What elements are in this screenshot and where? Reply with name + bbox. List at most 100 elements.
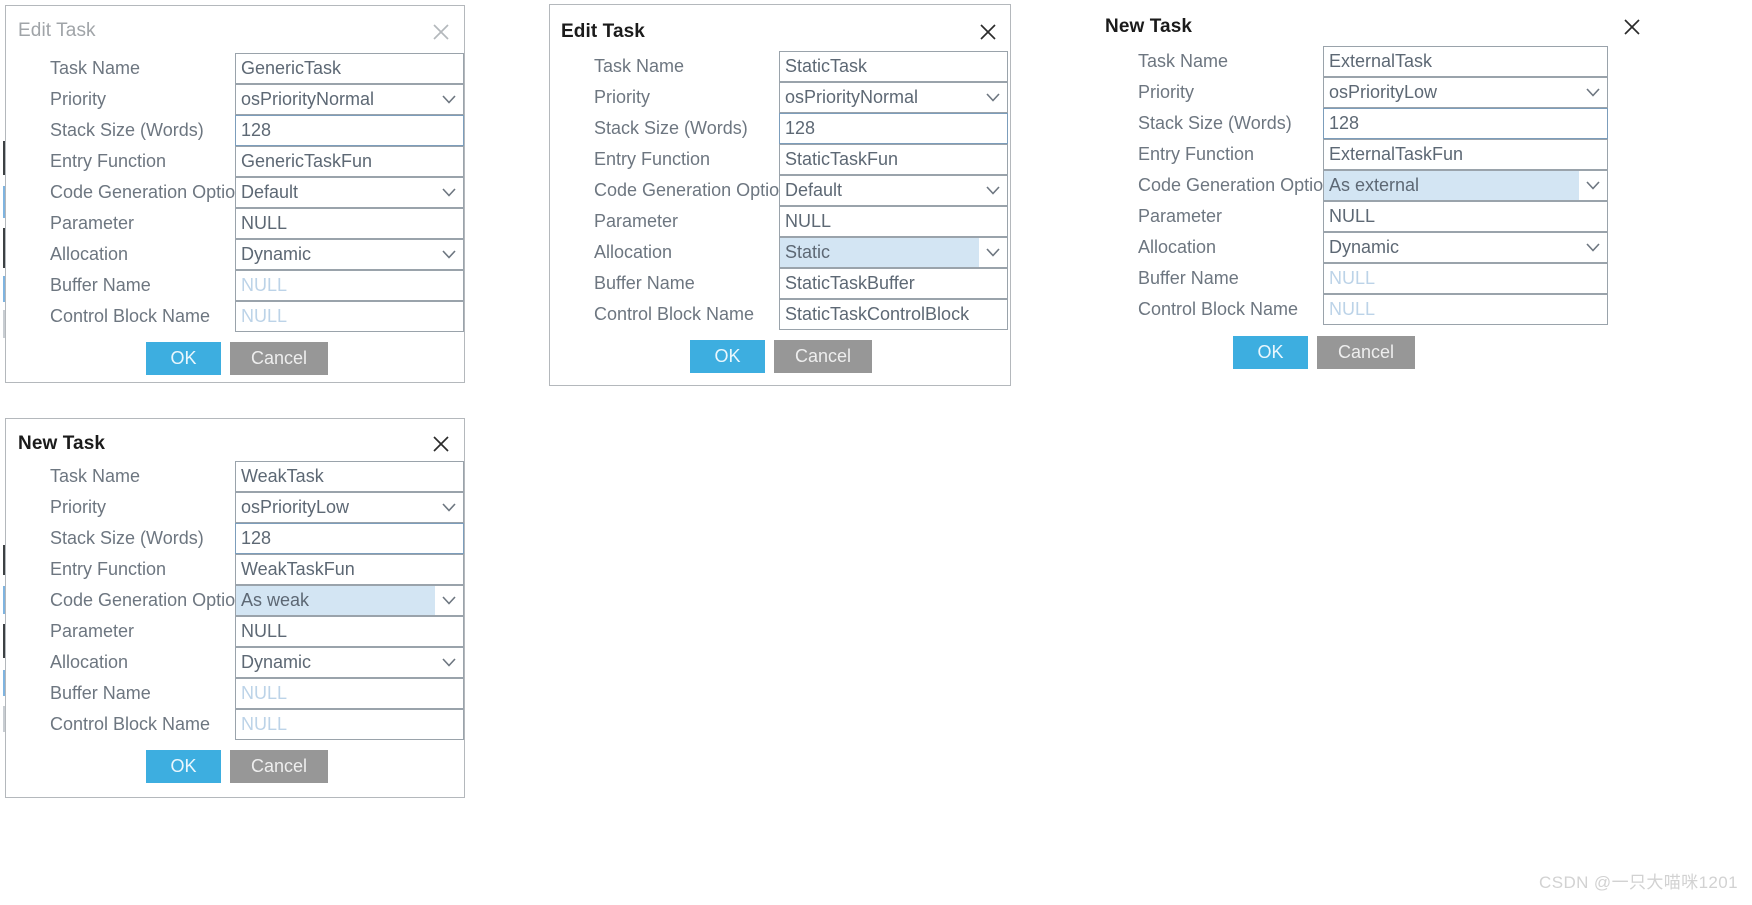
cancel-button[interactable]: Cancel — [230, 342, 328, 375]
parameter-input[interactable]: NULL — [779, 206, 1008, 237]
field-label: Code Generation Option — [594, 180, 790, 200]
ok-button[interactable]: OK — [146, 342, 221, 375]
field-label: Task Name — [594, 56, 685, 76]
task-name-input[interactable]: ExternalTask — [1323, 46, 1608, 77]
control-block-name-input[interactable]: NULL — [235, 301, 464, 332]
control-block-name-input[interactable]: NULL — [1323, 294, 1608, 325]
field-label: Stack Size (Words) — [1138, 113, 1292, 133]
field-label: Allocation — [50, 244, 129, 264]
field-value: NULL — [1329, 299, 1376, 319]
ok-button[interactable]: OK — [1233, 336, 1308, 369]
ok-button[interactable]: OK — [146, 750, 221, 783]
chevron-down-icon[interactable] — [1579, 171, 1607, 200]
close-icon[interactable] — [1619, 14, 1645, 40]
priority-select[interactable]: osPriorityLow — [235, 492, 464, 523]
cancel-button[interactable]: Cancel — [774, 340, 872, 373]
ok-button[interactable]: OK — [690, 340, 765, 373]
field-row-task-name: Task Name StaticTask — [594, 51, 1008, 82]
allocation-select[interactable]: Dynamic — [235, 239, 464, 270]
control-block-name-input[interactable]: StaticTaskControlBlock — [779, 299, 1008, 330]
field-label: Priority — [50, 89, 107, 109]
field-row-code-generation-option: Code Generation Option As external — [1138, 170, 1608, 201]
chevron-down-icon[interactable] — [1579, 233, 1607, 262]
field-label: Buffer Name — [50, 683, 151, 703]
chevron-down-icon[interactable] — [979, 83, 1007, 112]
field-row-stack-size: Stack Size (Words) 128 — [50, 523, 464, 554]
entry-function-input[interactable]: StaticTaskFun — [779, 144, 1008, 175]
field-row-buffer-name: Buffer Name StaticTaskBuffer — [594, 268, 1008, 299]
chevron-down-icon[interactable] — [435, 85, 463, 114]
chevron-down-icon[interactable] — [435, 240, 463, 269]
stack-size-input[interactable]: 128 — [235, 115, 464, 146]
field-value: 128 — [785, 118, 816, 138]
field-value: Default — [785, 180, 843, 200]
field-row-parameter: Parameter NULL — [594, 206, 1008, 237]
chevron-down-icon[interactable] — [435, 648, 463, 677]
priority-select[interactable]: osPriorityNormal — [235, 84, 464, 115]
field-row-stack-size: Stack Size (Words) 128 — [1138, 108, 1608, 139]
chevron-down-icon[interactable] — [435, 586, 463, 615]
dialog-title: Edit Task — [561, 21, 645, 42]
field-label: Task Name — [50, 466, 141, 486]
chevron-down-icon[interactable] — [435, 178, 463, 207]
allocation-select[interactable]: Static — [779, 237, 1008, 268]
field-value: osPriorityNormal — [785, 87, 919, 107]
code-generation-option-select[interactable]: Default — [235, 177, 464, 208]
cancel-button[interactable]: Cancel — [230, 750, 328, 783]
field-value: NULL — [241, 683, 288, 703]
field-row-stack-size: Stack Size (Words) 128 — [594, 113, 1008, 144]
field-label: Stack Size (Words) — [50, 528, 204, 548]
field-value: As external — [1329, 175, 1420, 195]
field-row-control-block-name: Control Block Name StaticTaskControlBloc… — [594, 299, 1008, 330]
buffer-name-input[interactable]: NULL — [1323, 263, 1608, 294]
screenshot-root: Edit Task Task Name GenericTask Priority… — [0, 0, 1752, 905]
field-row-allocation: Allocation Dynamic — [50, 647, 464, 678]
buffer-name-input[interactable]: NULL — [235, 270, 464, 301]
field-label: Allocation — [594, 242, 673, 262]
field-label: Buffer Name — [1138, 268, 1239, 288]
parameter-input[interactable]: NULL — [1323, 201, 1608, 232]
field-value: osPriorityLow — [1329, 82, 1438, 102]
field-row-priority: Priority osPriorityNormal — [50, 84, 464, 115]
field-label: Entry Function — [50, 559, 167, 579]
cancel-button[interactable]: Cancel — [1317, 336, 1415, 369]
entry-function-input[interactable]: ExternalTaskFun — [1323, 139, 1608, 170]
field-label: Control Block Name — [1138, 299, 1299, 319]
entry-function-input[interactable]: GenericTaskFun — [235, 146, 464, 177]
close-icon[interactable] — [428, 431, 454, 457]
chevron-down-icon[interactable] — [979, 238, 1007, 267]
parameter-input[interactable]: NULL — [235, 616, 464, 647]
field-label: Code Generation Option — [50, 590, 246, 610]
task-name-input[interactable]: GenericTask — [235, 53, 464, 84]
stack-size-input[interactable]: 128 — [1323, 108, 1608, 139]
chevron-down-icon[interactable] — [1579, 78, 1607, 107]
field-label: Priority — [50, 497, 107, 517]
buffer-name-input[interactable]: StaticTaskBuffer — [779, 268, 1008, 299]
code-generation-option-select[interactable]: As external — [1323, 170, 1608, 201]
parameter-input[interactable]: NULL — [235, 208, 464, 239]
stack-size-input[interactable]: 128 — [235, 523, 464, 554]
field-value: GenericTask — [241, 58, 342, 78]
close-icon[interactable] — [975, 19, 1001, 45]
allocation-select[interactable]: Dynamic — [1323, 232, 1608, 263]
code-generation-option-select[interactable]: As weak — [235, 585, 464, 616]
field-value: GenericTaskFun — [241, 151, 373, 171]
field-row-code-generation-option: Code Generation Option Default — [50, 177, 464, 208]
field-value: StaticTaskControlBlock — [785, 304, 970, 324]
code-generation-option-select[interactable]: Default — [779, 175, 1008, 206]
close-icon[interactable] — [428, 19, 454, 45]
task-name-input[interactable]: WeakTask — [235, 461, 464, 492]
priority-select[interactable]: osPriorityLow — [1323, 77, 1608, 108]
field-row-entry-function: Entry Function StaticTaskFun — [594, 144, 1008, 175]
control-block-name-input[interactable]: NULL — [235, 709, 464, 740]
chevron-down-icon[interactable] — [435, 493, 463, 522]
allocation-select[interactable]: Dynamic — [235, 647, 464, 678]
stack-size-input[interactable]: 128 — [779, 113, 1008, 144]
buffer-name-input[interactable]: NULL — [235, 678, 464, 709]
entry-function-input[interactable]: WeakTaskFun — [235, 554, 464, 585]
priority-select[interactable]: osPriorityNormal — [779, 82, 1008, 113]
task-name-input[interactable]: StaticTask — [779, 51, 1008, 82]
field-value: 128 — [1329, 113, 1360, 133]
field-label: Entry Function — [1138, 144, 1255, 164]
chevron-down-icon[interactable] — [979, 176, 1007, 205]
